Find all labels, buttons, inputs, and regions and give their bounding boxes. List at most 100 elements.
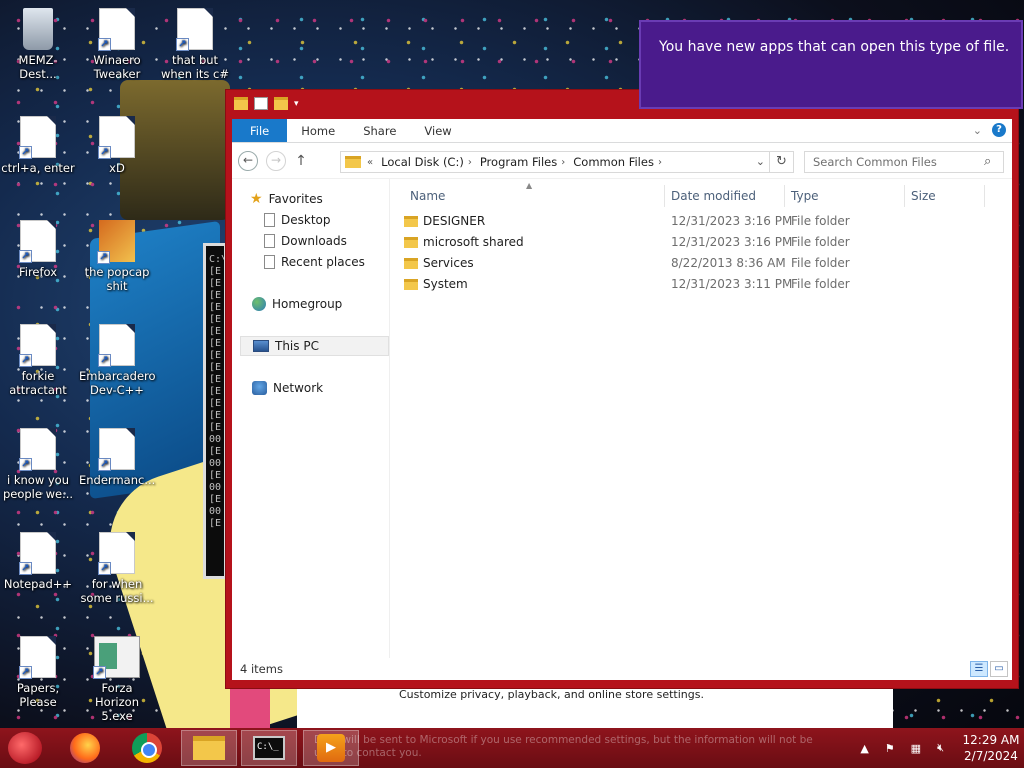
breadcrumb-separator[interactable]: › [561,157,565,168]
desktop-icon-label: that but when its c# [160,53,230,81]
column-header-name[interactable]: Name [410,189,445,203]
column-divider[interactable] [984,185,985,207]
media-setup-window[interactable]: Customize privacy, playback, and online … [297,686,893,728]
back-button[interactable]: ← [238,150,258,171]
desktop-icon-item[interactable]: ↗ ctrl+a, enter [0,116,76,175]
volume-muted-icon[interactable]: 🔇︎ [937,741,944,755]
desktop-icon-item[interactable]: ↗ Notepad++ [0,532,76,591]
breadcrumb-separator[interactable]: › [468,157,472,168]
clock-time: 12:29 AM [962,733,1020,747]
file-type: File folder [791,277,850,291]
file-list: ▲ Name Date modified Type Size DESIGNER 1… [402,181,1012,658]
shortcut-file-icon: ↗ [98,324,135,367]
shortcut-file-icon: ↗ [98,532,135,575]
desktop-icon-item[interactable]: ↗ Papers, Please [0,636,76,709]
desktop-icon-item[interactable]: ↗ i know you people we... [0,428,76,501]
quick-access-toolbar: ▾ [234,97,299,110]
details-view-icon[interactable]: ☰ [970,661,988,677]
new-folder-icon[interactable] [274,97,288,110]
start-button[interactable] [8,732,42,764]
desktop-icon-item[interactable]: ↗ xD [79,116,155,175]
column-divider[interactable] [664,185,665,207]
sort-ascending-icon: ▲ [526,181,533,190]
navigation-pane: ★ Favorites Desktop Downloads Recent pla… [232,179,390,658]
desktop-icon-item[interactable]: ↗ Forza Horizon 5.exe [79,636,155,723]
shortcut-arrow-icon: ↗ [19,666,32,679]
address-history-dropdown-icon[interactable]: ⌄ [756,155,765,168]
desktop-icon-item[interactable]: ↗ forkie attractant [0,324,76,397]
search-icon[interactable]: ⌕ [984,154,991,169]
tab-home[interactable]: Home [287,119,349,142]
breadcrumb-separator[interactable]: › [658,157,662,168]
file-explorer-window[interactable]: ▾ File Home Share View ⌄ ? ← → ↑ « Local… [225,89,1019,689]
tab-file[interactable]: File [232,119,288,142]
show-hidden-icons-icon[interactable]: ▲ [860,742,868,755]
network-status-icon[interactable]: ▦ [911,742,921,755]
console-window[interactable]: C:\ [E [E [E [E [E [E [E [E [E [E [E [E … [203,243,227,579]
sidebar-item-this-pc[interactable]: This PC [240,336,389,356]
file-name: System [423,277,468,291]
downloads-icon [264,234,275,248]
help-icon[interactable]: ? [992,123,1006,137]
sidebar-item-homegroup[interactable]: Homegroup [252,294,342,314]
taskbar-firefox[interactable] [57,730,113,766]
column-header-type[interactable]: Type [791,189,819,203]
table-row[interactable]: DESIGNER 12/31/2023 3:16 PM File folder [402,211,992,232]
up-button[interactable]: ↑ [294,153,308,169]
desktop-icon-item[interactable]: ↗ that but when its c# [157,8,233,81]
breadcrumb-overflow[interactable]: « [367,157,373,168]
sidebar-item-label: Desktop [281,213,331,227]
desktop-icon-item[interactable]: ↗ Embarcadero Dev-C++ [79,324,156,397]
taskbar-media-player[interactable]: ▶ [303,730,359,766]
properties-icon[interactable] [254,97,268,110]
desktop-icon-label: Forza Horizon 5.exe [95,681,139,723]
sidebar-item-desktop[interactable]: Desktop [264,210,331,230]
table-row[interactable]: microsoft shared 12/31/2023 3:16 PM File f… [402,232,992,253]
shortcut-arrow-icon: ↗ [98,458,111,471]
tab-share[interactable]: Share [349,119,410,142]
breadcrumb-common-files[interactable]: Common Files [573,155,654,169]
sidebar-item-network[interactable]: Network [252,378,323,398]
large-icons-view-icon[interactable]: ▭ [990,661,1008,677]
expand-ribbon-icon[interactable]: ⌄ [973,124,982,137]
desktop-icon-label: the popcap shit [84,265,150,293]
taskbar-chrome[interactable] [119,730,175,766]
desktop-icon-label: Embarcadero Dev-C++ [79,369,156,397]
column-divider[interactable] [784,185,785,207]
firefox-icon [70,733,100,763]
column-header-date-modified[interactable]: Date modified [671,189,756,203]
desktop-icon-item[interactable]: MEMZ-Dest... [0,8,76,81]
clock[interactable]: 12:29 AM 2/7/2024 [958,732,1024,764]
chevron-down-icon[interactable]: ▾ [294,99,299,109]
refresh-icon[interactable]: ↻ [769,152,793,172]
desktop-icon-label: Winaero Tweaker [93,53,141,81]
taskbar: Data will be sent to Microsoft if you us… [0,728,1024,768]
shortcut-arrow-icon: ↗ [19,250,32,263]
sidebar-item-recent-places[interactable]: Recent places [264,252,365,272]
sidebar-item-downloads[interactable]: Downloads [264,231,347,251]
shortcut-arrow-icon: ↗ [19,458,32,471]
breadcrumb-local-disk[interactable]: Local Disk (C:) [381,155,464,169]
notification-message: You have new apps that can open this typ… [659,39,1010,55]
sidebar-item-favorites[interactable]: ★ Favorites [250,189,323,209]
notification-toast[interactable]: You have new apps that can open this typ… [639,20,1023,109]
column-header-size[interactable]: Size [911,189,936,203]
taskbar-file-explorer[interactable] [181,730,237,766]
tab-view[interactable]: View [410,119,465,142]
desktop-icon-item[interactable]: ↗ Firefox [0,220,76,279]
table-row[interactable]: Services 8/22/2013 8:36 AM File folder [402,253,992,274]
taskbar-command-prompt[interactable]: C:\_ [241,730,297,766]
action-center-flag-icon[interactable]: ⚑ [885,742,895,755]
column-divider[interactable] [904,185,905,207]
desktop-icon-item[interactable]: ↗ Winaero Tweaker [79,8,155,81]
desktop-icon-item[interactable]: ↗ for when some russi... [79,532,155,605]
desktop-icon-item[interactable]: ↗ the popcap shit [79,220,155,293]
command-prompt-icon: C:\_ [253,736,285,760]
desktop-icon-item[interactable]: ↗ Endermanc... [79,428,155,487]
table-row[interactable]: System 12/31/2023 3:11 PM File folder [402,274,992,295]
forward-button[interactable]: → [266,150,286,171]
file-date-modified: 12/31/2023 3:16 PM [671,235,793,249]
search-input[interactable] [804,151,1004,173]
breadcrumb-program-files[interactable]: Program Files [480,155,557,169]
address-bar[interactable]: « Local Disk (C:) › Program Files › Comm… [340,151,794,173]
